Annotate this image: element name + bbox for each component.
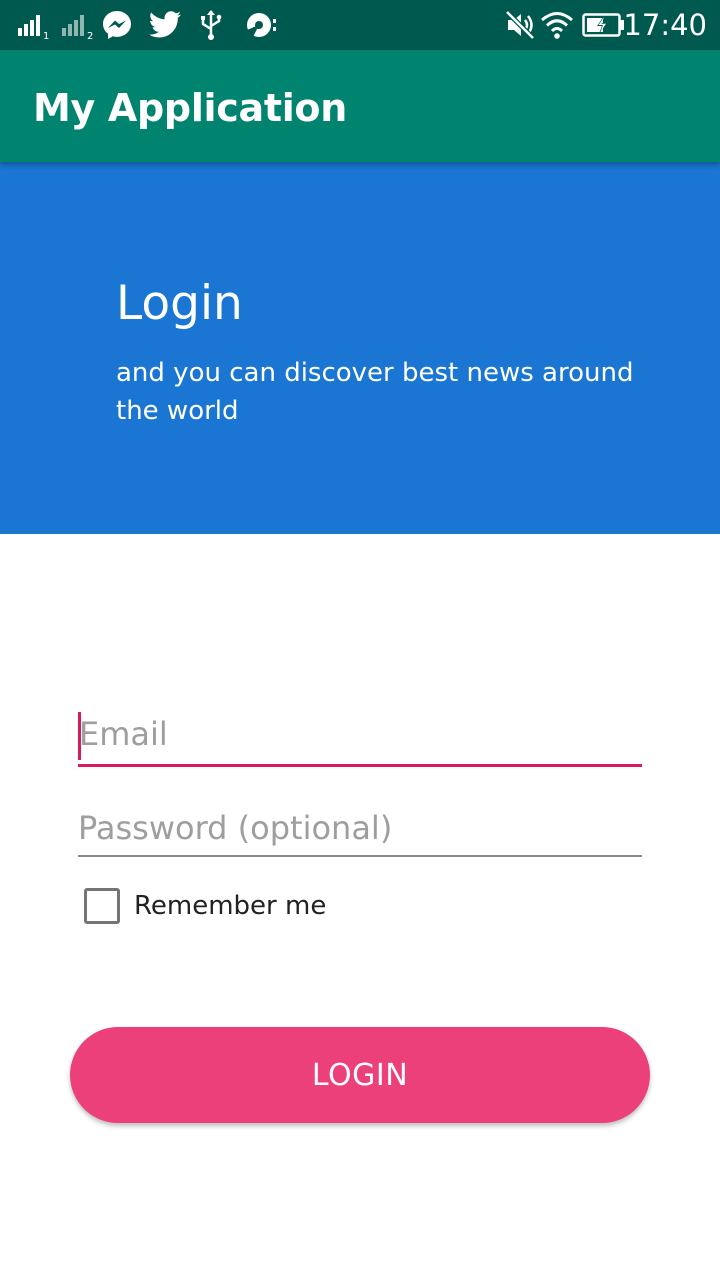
twitter-icon: [148, 9, 182, 41]
app-bar: My Application: [0, 50, 720, 162]
password-field-container: [78, 806, 642, 858]
usb-icon: [198, 9, 224, 41]
login-button[interactable]: LOGIN: [70, 1027, 650, 1123]
mute-icon: [504, 9, 536, 41]
battery-charging-icon: [582, 9, 626, 41]
login-header-banner: Login and you can discover best news aro…: [0, 162, 720, 534]
text-cursor: [78, 712, 81, 760]
email-underline: [78, 764, 642, 767]
remember-me-checkbox[interactable]: [84, 888, 120, 924]
remember-me-row[interactable]: Remember me: [84, 886, 326, 926]
signal-sim2-icon: 2: [60, 9, 94, 41]
banner-subtitle: and you can discover best news around th…: [116, 358, 634, 426]
wifi-icon: [540, 9, 574, 41]
app-title: My Application: [33, 86, 347, 130]
sync-icon: [244, 9, 278, 41]
status-bar: 1 2 17:40: [0, 0, 720, 50]
password-input[interactable]: [78, 806, 642, 850]
remember-me-label[interactable]: Remember me: [134, 891, 326, 921]
signal-sim1-icon: 1: [16, 9, 50, 41]
messenger-icon: [101, 9, 133, 41]
sim2-label: 2: [87, 31, 93, 40]
email-field-container: [78, 712, 642, 770]
banner-title: Login: [116, 276, 243, 331]
password-underline: [78, 855, 642, 857]
status-time: 17:40: [623, 8, 707, 42]
email-input[interactable]: [78, 712, 642, 756]
sim1-label: 1: [43, 31, 49, 40]
